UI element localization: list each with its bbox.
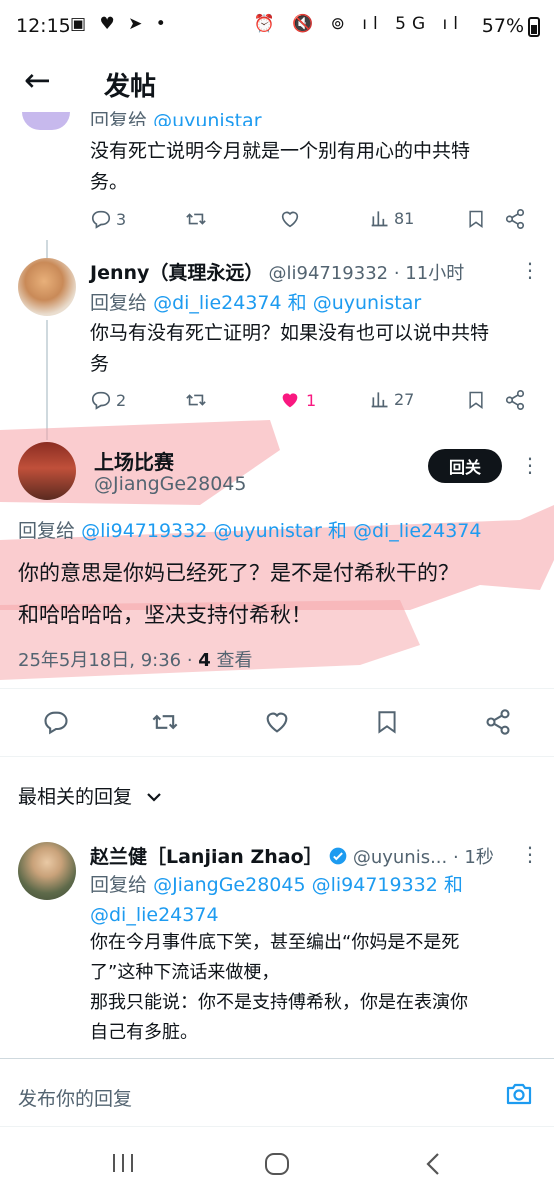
- system-icons: ⏰ 🔇 ⊚ ıl 5G ıl: [253, 14, 464, 34]
- reply-icon: [91, 391, 111, 410]
- reply-button[interactable]: [42, 708, 70, 736]
- more-icon[interactable]: ⋮: [520, 844, 540, 864]
- reply-to-line: 回复给 @uyunistar: [90, 106, 262, 126]
- main-display-name[interactable]: 上场比赛: [94, 446, 174, 475]
- reply-count: 2: [116, 390, 127, 410]
- avatar-jenny[interactable]: [18, 258, 76, 316]
- reply-icon: [91, 210, 111, 229]
- tweet-text: 没有死亡说明今月就是一个别有用心的中共特 务。: [90, 140, 471, 193]
- reply-handle[interactable]: @li94719332: [312, 874, 438, 896]
- reply-to-line: 回复给 @di_lie24374 和 @uyunistar: [90, 292, 422, 314]
- like-count: 1: [306, 390, 317, 410]
- retweet-button[interactable]: [184, 208, 208, 230]
- main-handle[interactable]: @JiangGe28045: [94, 473, 246, 495]
- reply-to-line: 回复给 @JiangGe28045 @li94719332 和 @di_lie2…: [90, 874, 463, 926]
- like-button[interactable]: [262, 708, 292, 736]
- avatar-main[interactable]: [18, 442, 76, 500]
- bookmark-button[interactable]: [374, 708, 400, 736]
- reply-handle[interactable]: @uyunistar: [213, 520, 321, 542]
- heart-icon: [266, 712, 288, 733]
- status-time: 12:15: [16, 15, 71, 37]
- divider: [0, 688, 554, 689]
- reply-handle[interactable]: @uyunistar: [153, 110, 261, 126]
- like-button[interactable]: [278, 208, 302, 230]
- share-icon: [505, 390, 525, 410]
- tweet-date: 25年5月18日, 9:36 ·: [18, 650, 199, 671]
- verified-badge-icon: [328, 846, 348, 868]
- views-button[interactable]: 27: [370, 389, 414, 409]
- follow-back-button[interactable]: 回关: [428, 449, 502, 483]
- main-tweet-text: 你的意思是你妈已经死了？是不是付希秋干的？ 和哈哈哈哈，坚决支持付希秋！: [18, 561, 459, 627]
- reply-handle[interactable]: @JiangGe28045: [153, 874, 305, 896]
- retweet-icon: [186, 213, 206, 225]
- status-bar: 12:15 ▣ ♥ ➤ • ⏰ 🔇 ⊚ ıl 5G ıl 57%: [0, 0, 554, 52]
- tweet-header: 赵兰健［Lanjian Zhao］ @uyunis... · 1秒: [90, 842, 510, 868]
- share-button[interactable]: [484, 708, 512, 736]
- bookmark-button[interactable]: [466, 389, 486, 411]
- tweet-header: Jenny（真理永远） @li94719332 · 11小时: [90, 258, 510, 284]
- more-icon[interactable]: ⋮: [520, 260, 540, 280]
- back-nav-icon[interactable]: [424, 1152, 442, 1180]
- heart-icon: [281, 211, 299, 228]
- views-count: 27: [394, 389, 415, 409]
- tweet-meta: 25年5月18日, 9:36 · 4 查看: [18, 650, 253, 671]
- divider: [0, 1126, 554, 1127]
- handle-time[interactable]: @uyunis... · 1秒: [353, 847, 494, 868]
- reply-count: 3: [116, 209, 127, 229]
- like-button[interactable]: 1: [278, 389, 316, 411]
- page-title: 发帖: [104, 72, 157, 102]
- reply-handle[interactable]: @di_lie24374: [90, 904, 219, 926]
- reply-composer[interactable]: 发布你的回复: [0, 1059, 554, 1127]
- reply-icon: [44, 711, 68, 735]
- thread-connector: [46, 240, 48, 258]
- recent-apps-icon[interactable]: [110, 1152, 136, 1178]
- avatar-partial: [22, 112, 70, 130]
- battery-percent: 57%: [481, 15, 524, 37]
- views-button[interactable]: 81: [370, 208, 414, 228]
- retweet-button[interactable]: [184, 389, 208, 411]
- tweet-text: 你在今月事件底下笑，甚至编出“你妈是不是死 了”这种下流话来做梗， 那我只能说：…: [90, 932, 468, 1043]
- display-name[interactable]: 赵兰健［Lanjian Zhao］: [90, 846, 323, 868]
- share-icon: [486, 709, 510, 735]
- views-icon: [371, 392, 388, 408]
- more-icon[interactable]: ⋮: [520, 455, 540, 475]
- display-name[interactable]: Jenny（真理永远）: [90, 262, 263, 284]
- reply-handle[interactable]: @di_lie24374: [353, 520, 482, 542]
- reply-handle[interactable]: @uyunistar: [313, 292, 421, 314]
- bookmark-icon: [469, 210, 483, 228]
- top-bar: ← 发帖: [0, 52, 554, 112]
- reply-handle[interactable]: @di_lie24374: [153, 292, 282, 314]
- reply-to-line: 回复给 @li94719332 @uyunistar 和 @di_lie2437…: [18, 520, 482, 542]
- retweet-icon: [186, 394, 206, 406]
- bookmark-button[interactable]: [466, 208, 486, 230]
- views-count: 81: [394, 208, 415, 228]
- reply-handle[interactable]: @li94719332: [81, 520, 207, 542]
- battery-icon: [528, 17, 540, 37]
- reply-input[interactable]: 发布你的回复: [18, 1084, 132, 1111]
- reply-sort-dropdown[interactable]: 最相关的回复: [18, 782, 162, 809]
- tweet-text: 你马有没有死亡证明？如果没有也可以说中共特 务: [90, 322, 490, 375]
- handle-time[interactable]: @li94719332 · 11小时: [269, 263, 465, 284]
- divider: [0, 756, 554, 757]
- retweet-icon: [152, 714, 178, 730]
- system-nav-bar: [0, 1128, 554, 1200]
- back-arrow-icon[interactable]: ←: [24, 62, 51, 98]
- reply-button[interactable]: 3: [90, 208, 126, 230]
- bookmark-icon: [378, 711, 396, 734]
- share-button[interactable]: [504, 208, 526, 230]
- notification-icons: ▣ ♥ ➤ •: [70, 14, 170, 34]
- chevron-down-icon: [146, 786, 162, 808]
- views-icon: [371, 211, 388, 227]
- reply-button[interactable]: 2: [90, 389, 126, 411]
- bookmark-icon: [469, 391, 483, 409]
- camera-icon[interactable]: [504, 1081, 534, 1111]
- retweet-button[interactable]: [150, 708, 180, 736]
- avatar-reply[interactable]: [18, 842, 76, 900]
- view-count: 4: [198, 650, 211, 671]
- sort-label: 最相关的回复: [18, 786, 133, 808]
- share-icon: [505, 209, 525, 229]
- heart-filled-icon: [282, 393, 298, 408]
- share-button[interactable]: [504, 389, 526, 411]
- home-icon[interactable]: [264, 1152, 290, 1180]
